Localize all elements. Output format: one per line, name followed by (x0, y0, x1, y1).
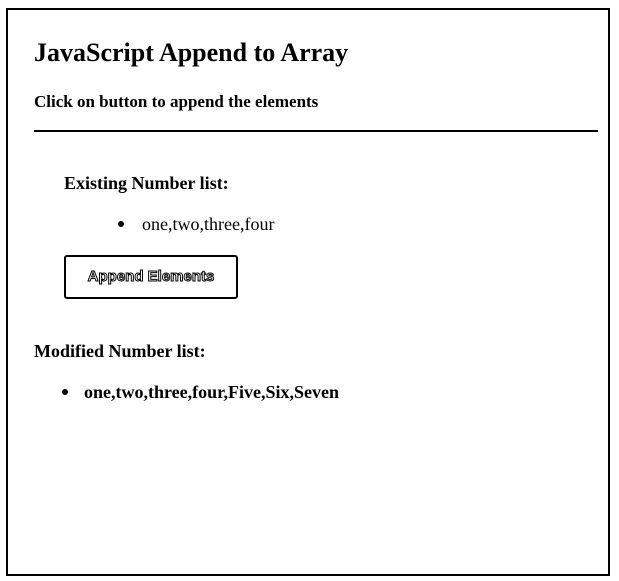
page-title: JavaScript Append to Array (34, 38, 349, 67)
existing-number-list: one,two,three,four (112, 213, 274, 235)
append-elements-button[interactable]: Append Elements (64, 255, 238, 299)
modified-number-list: one,two,three,four,Five,Six,Seven (56, 381, 339, 403)
existing-list-heading: Existing Number list: (64, 173, 229, 193)
list-item: one,two,three,four,Five,Six,Seven (56, 381, 339, 403)
bullet-icon (62, 389, 68, 395)
list-item: one,two,three,four (112, 213, 274, 235)
modified-list-heading: Modified Number list: (34, 341, 206, 361)
list-item-text: one,two,three,four (142, 214, 275, 234)
page-frame: JavaScript Append to Array Click on butt… (6, 8, 610, 576)
divider (34, 130, 598, 132)
instruction-text: Click on button to append the elements (34, 92, 319, 111)
bullet-icon (118, 221, 124, 227)
list-item-text: one,two,three,four,Five,Six,Seven (84, 382, 339, 402)
